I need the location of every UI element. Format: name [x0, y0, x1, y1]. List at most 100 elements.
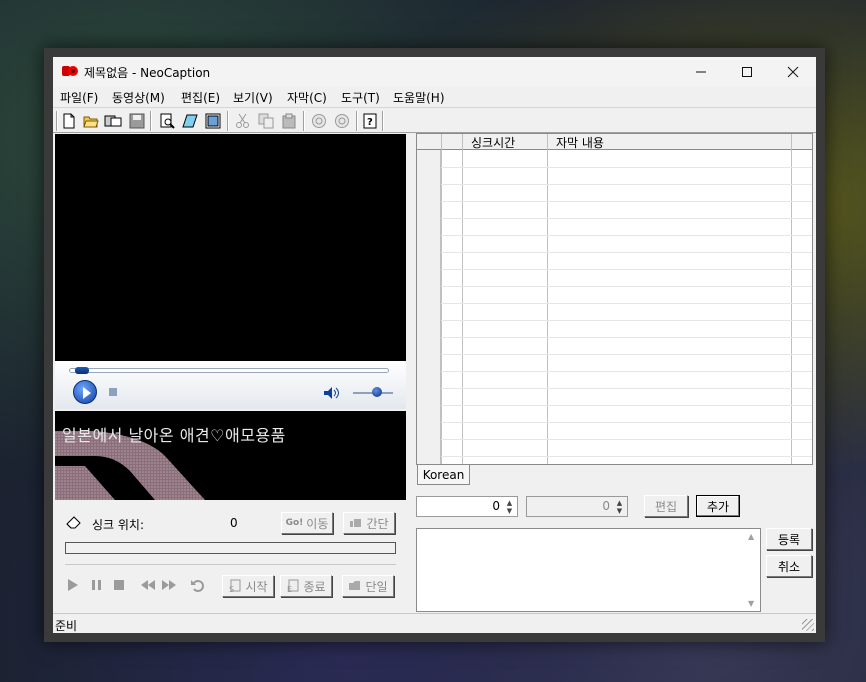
grid-row-line: [441, 167, 812, 168]
column-caption-content[interactable]: 자막 내용: [556, 134, 604, 151]
menu-edit[interactable]: 편집(E): [177, 89, 224, 106]
menu-tools[interactable]: 도구(T): [337, 89, 384, 106]
disk-icon: [104, 115, 122, 127]
volume-icon[interactable]: [323, 386, 341, 400]
media-player-controls: [55, 361, 406, 409]
video-display[interactable]: [55, 134, 406, 361]
cancel-button[interactable]: 취소: [766, 555, 812, 577]
single-icon: [349, 581, 361, 590]
subtitle-grid[interactable]: 싱크시간 자막 내용: [416, 133, 813, 465]
column-sync-time[interactable]: 싱크시간: [471, 134, 515, 151]
menu-view[interactable]: 보기(V): [229, 89, 277, 106]
note-icon: [182, 114, 198, 128]
go-button[interactable]: Go! 이동: [281, 512, 333, 534]
scroll-up-icon[interactable]: ▲: [748, 532, 754, 541]
scrollbar[interactable]: ▲ ▼: [745, 529, 760, 611]
volume-thumb[interactable]: [372, 387, 382, 397]
scroll-down-icon[interactable]: ▼: [748, 599, 754, 608]
status-text: 준비: [55, 619, 78, 633]
single-button-label: 단일: [365, 579, 388, 594]
maximize-button[interactable]: [724, 57, 770, 87]
register-button-label: 등록: [777, 532, 801, 547]
app-window: 제목없음 - NeoCaption 파일(F) 동영상(M) 편집(E) 보기(…: [53, 57, 816, 633]
start-doc-icon: S: [229, 579, 241, 593]
cut-icon: [236, 113, 249, 128]
forward-button[interactable]: [332, 111, 352, 131]
grid-row-line: [441, 252, 812, 253]
caption-text-input[interactable]: ▲ ▼: [416, 528, 761, 612]
go-prefix: Go!: [285, 518, 304, 528]
cancel-button-label: 취소: [777, 559, 801, 574]
sync-start-spinner[interactable]: 0 ▲ ▼: [416, 496, 518, 517]
register-button[interactable]: 등록: [766, 528, 812, 550]
menu-help[interactable]: 도움말(H): [389, 89, 449, 106]
rewind-icon[interactable]: [140, 578, 156, 592]
sync-start-value: 0: [492, 499, 500, 513]
grid-row-header: [417, 150, 441, 464]
simple-button-label: 간단: [366, 516, 389, 531]
import-button[interactable]: [103, 111, 123, 131]
tab-korean[interactable]: Korean: [417, 465, 470, 485]
save-icon: [129, 113, 145, 129]
pause-icon[interactable]: [90, 578, 104, 592]
toolbar-separator: [227, 111, 229, 131]
grid-row-line: [441, 201, 812, 202]
spinner-arrows[interactable]: ▲ ▼: [503, 498, 516, 515]
grid-header: 싱크시간 자막 내용: [417, 134, 812, 151]
single-button[interactable]: 단일: [342, 575, 394, 597]
start-button[interactable]: S 시작: [222, 575, 274, 597]
cut-button[interactable]: [233, 111, 253, 131]
fast-forward-icon[interactable]: [161, 578, 177, 592]
close-button[interactable]: [770, 57, 816, 87]
spin-down-icon[interactable]: ▼: [617, 507, 622, 515]
resize-grip-icon[interactable]: [802, 619, 814, 631]
grid-row-line: [441, 456, 812, 457]
open-button[interactable]: [81, 111, 101, 131]
title-bar[interactable]: 제목없음 - NeoCaption: [53, 57, 816, 87]
grid-row-line: [441, 235, 812, 236]
forward-icon: [335, 114, 349, 128]
grid-row-line: [441, 422, 812, 423]
spin-up-icon[interactable]: ▲: [507, 499, 512, 507]
save-button[interactable]: [127, 111, 147, 131]
add-button[interactable]: 추가: [696, 495, 740, 517]
sync-end-spinner[interactable]: 0 ▲ ▼: [526, 496, 628, 517]
edit-button[interactable]: 편집: [644, 495, 688, 517]
sync-end-value: 0: [602, 499, 610, 513]
divider: [65, 564, 396, 565]
seek-bar[interactable]: [69, 367, 389, 374]
toolbar-separator: [303, 111, 305, 131]
preview-button[interactable]: [157, 111, 177, 131]
rewind-button[interactable]: [309, 111, 329, 131]
new-file-button[interactable]: [59, 111, 79, 131]
sync-label: 싱크 위치:: [92, 518, 145, 532]
copy-button[interactable]: [256, 111, 276, 131]
menu-video[interactable]: 동영상(M): [108, 89, 169, 106]
paste-icon: [282, 113, 296, 129]
stop-icon[interactable]: [112, 578, 126, 592]
spin-down-icon[interactable]: ▼: [507, 507, 512, 515]
stop-button[interactable]: [109, 388, 117, 396]
spin-up-icon[interactable]: ▲: [617, 499, 622, 507]
copy-icon: [258, 113, 274, 129]
note-button[interactable]: [180, 111, 200, 131]
spinner-arrows[interactable]: ▲ ▼: [613, 498, 626, 515]
frame-button[interactable]: [203, 111, 223, 131]
help-icon: ?: [363, 113, 377, 129]
play-button[interactable]: [73, 380, 97, 404]
go-button-label: 이동: [306, 516, 329, 531]
grid-row-line: [441, 439, 812, 440]
play-icon[interactable]: [66, 578, 80, 592]
window-title: 제목없음 - NeoCaption: [84, 66, 211, 80]
help-button[interactable]: ?: [360, 111, 380, 131]
minimize-button[interactable]: [678, 57, 724, 87]
simple-button[interactable]: 간단: [343, 512, 395, 534]
undo-icon[interactable]: [190, 578, 206, 592]
rewind-icon: [312, 114, 326, 128]
menu-caption[interactable]: 자막(C): [283, 89, 331, 106]
status-bar: 준비: [53, 613, 816, 633]
menu-file[interactable]: 파일(F): [56, 89, 102, 106]
paste-button[interactable]: [279, 111, 299, 131]
seek-thumb[interactable]: [75, 367, 90, 374]
end-button[interactable]: E 종료: [280, 575, 332, 597]
